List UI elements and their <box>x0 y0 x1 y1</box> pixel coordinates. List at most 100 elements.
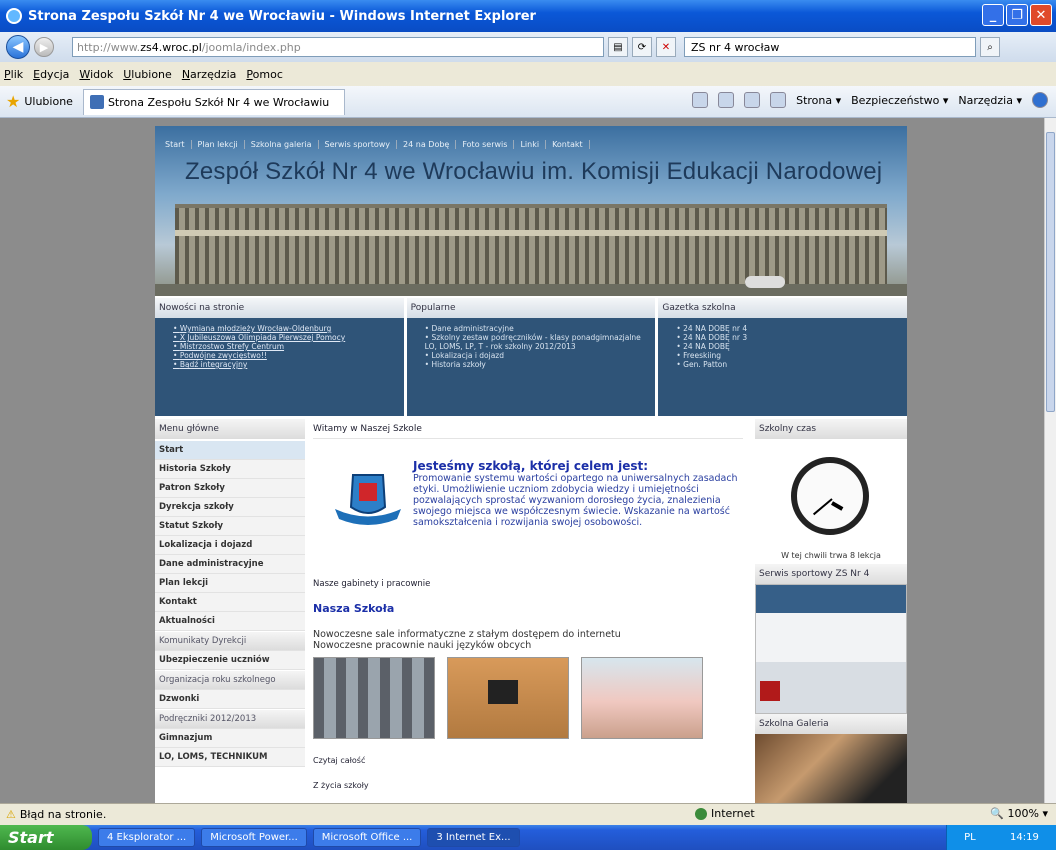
warning-icon[interactable]: ⚠ <box>6 808 16 821</box>
menu-item-kontakt[interactable]: Kontakt <box>155 593 305 612</box>
newspaper-link[interactable]: 24 NA DOBĘ <box>676 342 907 351</box>
gallery-thumbnail[interactable] <box>755 734 907 803</box>
ie-logo-icon <box>6 8 22 24</box>
close-button[interactable]: ✕ <box>1030 4 1052 26</box>
news-link[interactable]: Mistrzostwo Strefy Centrum <box>173 342 404 351</box>
language-lab-photo[interactable] <box>581 657 703 739</box>
menu-item-dzwonki[interactable]: Dzwonki <box>155 690 305 709</box>
menu-item-lo[interactable]: LO, LOMS, TECHNIKUM <box>155 748 305 767</box>
menu-item-ubezpieczenie[interactable]: Ubezpieczenie uczniów <box>155 651 305 670</box>
status-error[interactable]: Błąd na stronie. <box>20 808 106 821</box>
menu-item-aktualnosci[interactable]: Aktualności <box>155 612 305 631</box>
topnav-start[interactable]: Start <box>165 140 192 149</box>
news-link[interactable]: Wymiana młodzieży Wrocław-Oldenburg <box>173 324 404 333</box>
security-zone: Internet <box>695 807 755 820</box>
refresh-icon[interactable]: ⟳ <box>632 37 652 57</box>
url-input[interactable]: http://www. zs4.wroc.pl/joomla/index.php <box>72 37 604 57</box>
taskbar-explorer[interactable]: 4 Eksplorator ... <box>98 828 196 847</box>
stop-icon[interactable]: ✕ <box>656 37 676 57</box>
help-icon[interactable] <box>1032 92 1048 108</box>
newspaper-link[interactable]: Freeskiing <box>676 351 907 360</box>
mission-headline: Jesteśmy szkołą, której celem jest: <box>413 459 649 473</box>
menu-help[interactable]: Pomoc <box>246 68 282 81</box>
menu-item-start[interactable]: Start <box>155 441 305 460</box>
search-input[interactable]: ZS nr 4 wrocław <box>684 37 976 57</box>
taskbar-office-label: Microsoft Office ... <box>321 832 413 843</box>
popular-box-title: Popularne <box>406 298 656 318</box>
tab-title: Strona Zespołu Szkół Nr 4 we Wrocławiu <box>107 95 330 109</box>
mail-icon[interactable] <box>744 92 761 108</box>
menu-view[interactable]: Widok <box>79 68 113 81</box>
menu-tools[interactable]: Narzędzia <box>182 68 237 81</box>
language-indicator[interactable]: PL <box>964 832 976 843</box>
topnav-kontakt[interactable]: Kontakt <box>552 140 590 149</box>
taskbar-ie[interactable]: 3 Internet Ex... <box>427 828 520 847</box>
favorites-star-icon[interactable]: ★ <box>6 92 20 111</box>
home-icon[interactable] <box>692 92 709 108</box>
news-link[interactable]: Podwójne zwycięstwo!! <box>173 351 404 360</box>
popular-link[interactable]: Szkolny zestaw podręczników - klasy pona… <box>425 333 656 351</box>
command-bar: Strona ▾ Bezpieczeństwo ▾ Narzędzia ▾ <box>692 92 1048 108</box>
mission-text: Promowanie systemu wartości opartego na … <box>413 473 738 528</box>
popular-link[interactable]: Historia szkoły <box>425 360 656 369</box>
forward-button[interactable]: ▶ <box>34 37 54 57</box>
back-button[interactable]: ◀ <box>6 35 30 59</box>
news-link[interactable]: Bądź integracyjny <box>173 360 404 369</box>
zone-label: Internet <box>711 807 755 820</box>
compat-view-icon[interactable]: ▤ <box>608 37 628 57</box>
page-menu[interactable]: Strona ▾ <box>796 94 841 107</box>
taskbar-office[interactable]: Microsoft Office ... <box>312 828 422 847</box>
topnav-plan[interactable]: Plan lekcji <box>198 140 245 149</box>
url-path: /joomla/index.php <box>201 40 301 54</box>
popular-link[interactable]: Dane administracyjne <box>425 324 656 333</box>
menu-item-dyrekcja[interactable]: Dyrekcja szkoły <box>155 498 305 517</box>
taskbar-ie-label: 3 Internet Ex... <box>436 832 511 843</box>
menu-section-komunikaty: Komunikaty Dyrekcji <box>155 632 305 651</box>
minimize-button[interactable]: _ <box>982 4 1004 26</box>
classroom-photo[interactable] <box>447 657 569 739</box>
cabinets-link[interactable]: Nasze gabinety i pracownie <box>313 579 430 589</box>
topnav-sport[interactable]: Serwis sportowy <box>325 140 398 149</box>
article-title[interactable]: Nasza Szkoła <box>313 602 394 615</box>
newspaper-link[interactable]: Gen. Patton <box>676 360 907 369</box>
vertical-scrollbar[interactable] <box>1044 118 1056 803</box>
feeds-icon[interactable] <box>718 92 735 108</box>
tools-menu[interactable]: Narzędzia ▾ <box>958 94 1022 107</box>
topnav-24[interactable]: 24 na Dobę <box>403 140 457 149</box>
computer-lab-photo[interactable] <box>313 657 435 739</box>
menu-item-patron[interactable]: Patron Szkoły <box>155 479 305 498</box>
menu-edit[interactable]: Edycja <box>33 68 69 81</box>
print-icon[interactable] <box>770 92 787 108</box>
read-more-link[interactable]: Czytaj całość <box>313 756 365 765</box>
menu-item-gimnazjum[interactable]: Gimnazjum <box>155 729 305 748</box>
school-life-link[interactable]: Z życia szkoły <box>313 781 369 790</box>
search-icon[interactable]: ⌕ <box>980 37 1000 57</box>
menu-favorites[interactable]: Ulubione <box>123 68 172 81</box>
menu-file[interactable]: Plik <box>4 68 23 81</box>
topnav-galeria[interactable]: Szkolna galeria <box>251 140 319 149</box>
topnav-foto[interactable]: Foto serwis <box>462 140 515 149</box>
topnav-linki[interactable]: Linki <box>520 140 547 149</box>
popular-link[interactable]: Lokalizacja i dojazd <box>425 351 656 360</box>
news-link[interactable]: X Jubileuszowa Olimpiada Pierwszej Pomoc… <box>173 333 404 342</box>
start-button[interactable]: Start <box>0 825 92 850</box>
menu-item-statut[interactable]: Statut Szkoły <box>155 517 305 536</box>
zoom-level[interactable]: 🔍 100% ▾ <box>990 807 1048 820</box>
scrollbar-thumb[interactable] <box>1046 132 1055 412</box>
restore-button[interactable]: ❐ <box>1006 4 1028 26</box>
menu-item-historia[interactable]: Historia Szkoły <box>155 460 305 479</box>
right-column: Szkolny czas W tej chwili trwa 8 lekcja … <box>755 419 907 803</box>
sport-site-thumbnail[interactable] <box>755 584 907 714</box>
newspaper-link[interactable]: 24 NA DOBĘ nr 3 <box>676 333 907 342</box>
clock-time[interactable]: 14:19 <box>1010 832 1039 843</box>
site-title: Zespół Szkół Nr 4 we Wrocławiu im. Komis… <box>185 158 883 185</box>
menu-item-dane[interactable]: Dane administracyjne <box>155 555 305 574</box>
newspaper-link[interactable]: 24 NA DOBĘ nr 4 <box>676 324 907 333</box>
menu-item-lokalizacja[interactable]: Lokalizacja i dojazd <box>155 536 305 555</box>
safety-menu[interactable]: Bezpieczeństwo ▾ <box>851 94 948 107</box>
menu-item-plan[interactable]: Plan lekcji <box>155 574 305 593</box>
news-box: Nowości na stronie Wymiana młodzieży Wro… <box>155 298 404 416</box>
favorites-button[interactable]: Ulubione <box>24 95 73 108</box>
taskbar-powerpoint[interactable]: Microsoft Power... <box>201 828 307 847</box>
browser-tab[interactable]: Strona Zespołu Szkół Nr 4 we Wrocławiu <box>82 88 345 115</box>
